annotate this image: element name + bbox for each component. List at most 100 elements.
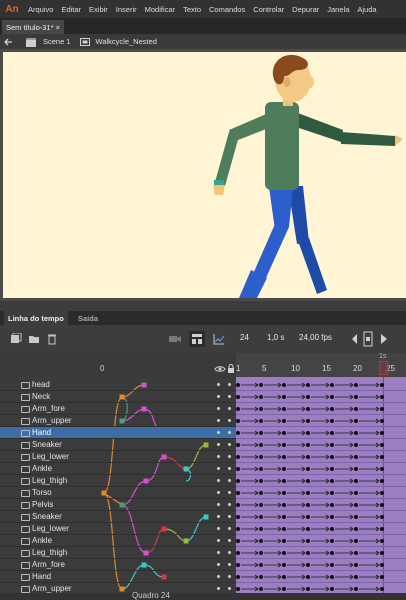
lock-icon[interactable] xyxy=(227,364,235,374)
layer-row[interactable]: Leg_thigh xyxy=(0,475,236,487)
lock-toggle[interactable] xyxy=(228,455,231,458)
visibility-toggle[interactable] xyxy=(217,407,220,410)
lock-toggle[interactable] xyxy=(228,527,231,530)
symbol-name[interactable]: Walkcycle_Nested xyxy=(96,37,157,46)
panel-splitter[interactable] xyxy=(0,301,406,311)
visibility-toggle[interactable] xyxy=(217,443,220,446)
scene-name[interactable]: Scene 1 xyxy=(43,37,71,46)
play-icon[interactable] xyxy=(379,333,389,345)
frame-row[interactable] xyxy=(236,583,406,593)
menu-modificar[interactable]: Modificar xyxy=(141,5,179,14)
frame-row[interactable] xyxy=(236,439,406,451)
frame-row[interactable] xyxy=(236,463,406,475)
visibility-toggle[interactable] xyxy=(217,527,220,530)
document-tab[interactable]: Sem título-31* × xyxy=(2,20,64,34)
layer-row[interactable]: Arm_upper xyxy=(0,583,236,593)
layer-row[interactable]: Arm_fore xyxy=(0,403,236,415)
visibility-toggle[interactable] xyxy=(217,539,220,542)
layer-row[interactable]: Arm_upper xyxy=(0,415,236,427)
lock-toggle[interactable] xyxy=(228,419,231,422)
lock-toggle[interactable] xyxy=(228,551,231,554)
loop-playback-icon[interactable] xyxy=(362,331,374,347)
visibility-toggle[interactable] xyxy=(217,455,220,458)
visibility-toggle[interactable] xyxy=(217,431,220,434)
lock-toggle[interactable] xyxy=(228,383,231,386)
new-folder-icon[interactable] xyxy=(28,333,40,345)
tab-output[interactable]: Saída xyxy=(74,311,102,325)
lock-toggle[interactable] xyxy=(228,563,231,566)
visibility-eye-icon[interactable] xyxy=(214,365,226,373)
visibility-toggle[interactable] xyxy=(217,551,220,554)
graph-icon[interactable] xyxy=(213,333,225,345)
frame-row[interactable] xyxy=(236,427,406,439)
frame-row[interactable] xyxy=(236,535,406,547)
lock-toggle[interactable] xyxy=(228,515,231,518)
stage-canvas[interactable] xyxy=(3,52,406,298)
frame-row[interactable] xyxy=(236,391,406,403)
menu-inserir[interactable]: Inserir xyxy=(112,5,141,14)
lock-toggle[interactable] xyxy=(228,467,231,470)
visibility-toggle[interactable] xyxy=(217,491,220,494)
layer-row[interactable]: Arm_fore xyxy=(0,559,236,571)
menu-exibir[interactable]: Exibir xyxy=(85,5,112,14)
menu-texto[interactable]: Texto xyxy=(179,5,205,14)
layer-row[interactable]: Torso xyxy=(0,487,236,499)
elapsed-time[interactable]: 1,0 s xyxy=(267,333,284,342)
close-icon[interactable]: × xyxy=(56,23,60,32)
visibility-toggle[interactable] xyxy=(217,383,220,386)
visibility-toggle[interactable] xyxy=(217,563,220,566)
layer-row[interactable]: Leg_lower xyxy=(0,451,236,463)
layer-row[interactable]: Hand xyxy=(0,427,236,439)
layer-row[interactable]: Ankle xyxy=(0,463,236,475)
visibility-toggle[interactable] xyxy=(217,467,220,470)
new-layer-icon[interactable] xyxy=(10,333,22,345)
layer-row[interactable]: Neck xyxy=(0,391,236,403)
playhead-handle[interactable] xyxy=(379,361,388,375)
back-arrow-icon[interactable] xyxy=(3,36,15,48)
layer-row[interactable]: Sneaker xyxy=(0,439,236,451)
visibility-toggle[interactable] xyxy=(217,479,220,482)
layer-row[interactable]: Pelvis xyxy=(0,499,236,511)
frame-rate[interactable]: 24,00 fps xyxy=(299,333,332,342)
frame-row[interactable] xyxy=(236,571,406,583)
layer-depth-icon[interactable] xyxy=(189,331,205,347)
visibility-toggle[interactable] xyxy=(217,587,220,590)
frame-row[interactable] xyxy=(236,559,406,571)
layer-row[interactable]: Leg_thigh xyxy=(0,547,236,559)
frame-row[interactable] xyxy=(236,499,406,511)
frame-row[interactable] xyxy=(236,547,406,559)
lock-toggle[interactable] xyxy=(228,479,231,482)
visibility-toggle[interactable] xyxy=(217,395,220,398)
camera-icon[interactable] xyxy=(168,333,182,345)
lock-toggle[interactable] xyxy=(228,491,231,494)
lock-toggle[interactable] xyxy=(228,407,231,410)
frame-row[interactable] xyxy=(236,379,406,391)
lock-toggle[interactable] xyxy=(228,575,231,578)
lock-toggle[interactable] xyxy=(228,503,231,506)
lock-toggle[interactable] xyxy=(228,395,231,398)
frame-row[interactable] xyxy=(236,487,406,499)
visibility-toggle[interactable] xyxy=(217,419,220,422)
tab-timeline[interactable]: Linha do tempo xyxy=(4,311,68,325)
layer-row[interactable]: Hand xyxy=(0,571,236,583)
frame-row[interactable] xyxy=(236,415,406,427)
visibility-toggle[interactable] xyxy=(217,503,220,506)
frame-row[interactable] xyxy=(236,523,406,535)
menu-depurar[interactable]: Depurar xyxy=(288,5,323,14)
menu-janela[interactable]: Janela xyxy=(323,5,353,14)
frame-ruler[interactable]: 1 5 10 15 20 25 1s xyxy=(236,353,406,377)
current-frame[interactable]: 24 xyxy=(240,333,249,342)
frames-area[interactable] xyxy=(236,377,406,593)
menu-comandos[interactable]: Comandos xyxy=(205,5,249,14)
lock-toggle[interactable] xyxy=(228,539,231,542)
delete-trash-icon[interactable] xyxy=(46,333,58,345)
layer-row[interactable]: Leg_lower xyxy=(0,523,236,535)
step-back-icon[interactable] xyxy=(349,333,359,345)
frame-row[interactable] xyxy=(236,511,406,523)
frame-row[interactable] xyxy=(236,475,406,487)
lock-toggle[interactable] xyxy=(228,443,231,446)
visibility-toggle[interactable] xyxy=(217,515,220,518)
menu-arquivo[interactable]: Arquivo xyxy=(24,5,57,14)
layer-row[interactable]: Ankle xyxy=(0,535,236,547)
layer-row[interactable]: Sneaker xyxy=(0,511,236,523)
